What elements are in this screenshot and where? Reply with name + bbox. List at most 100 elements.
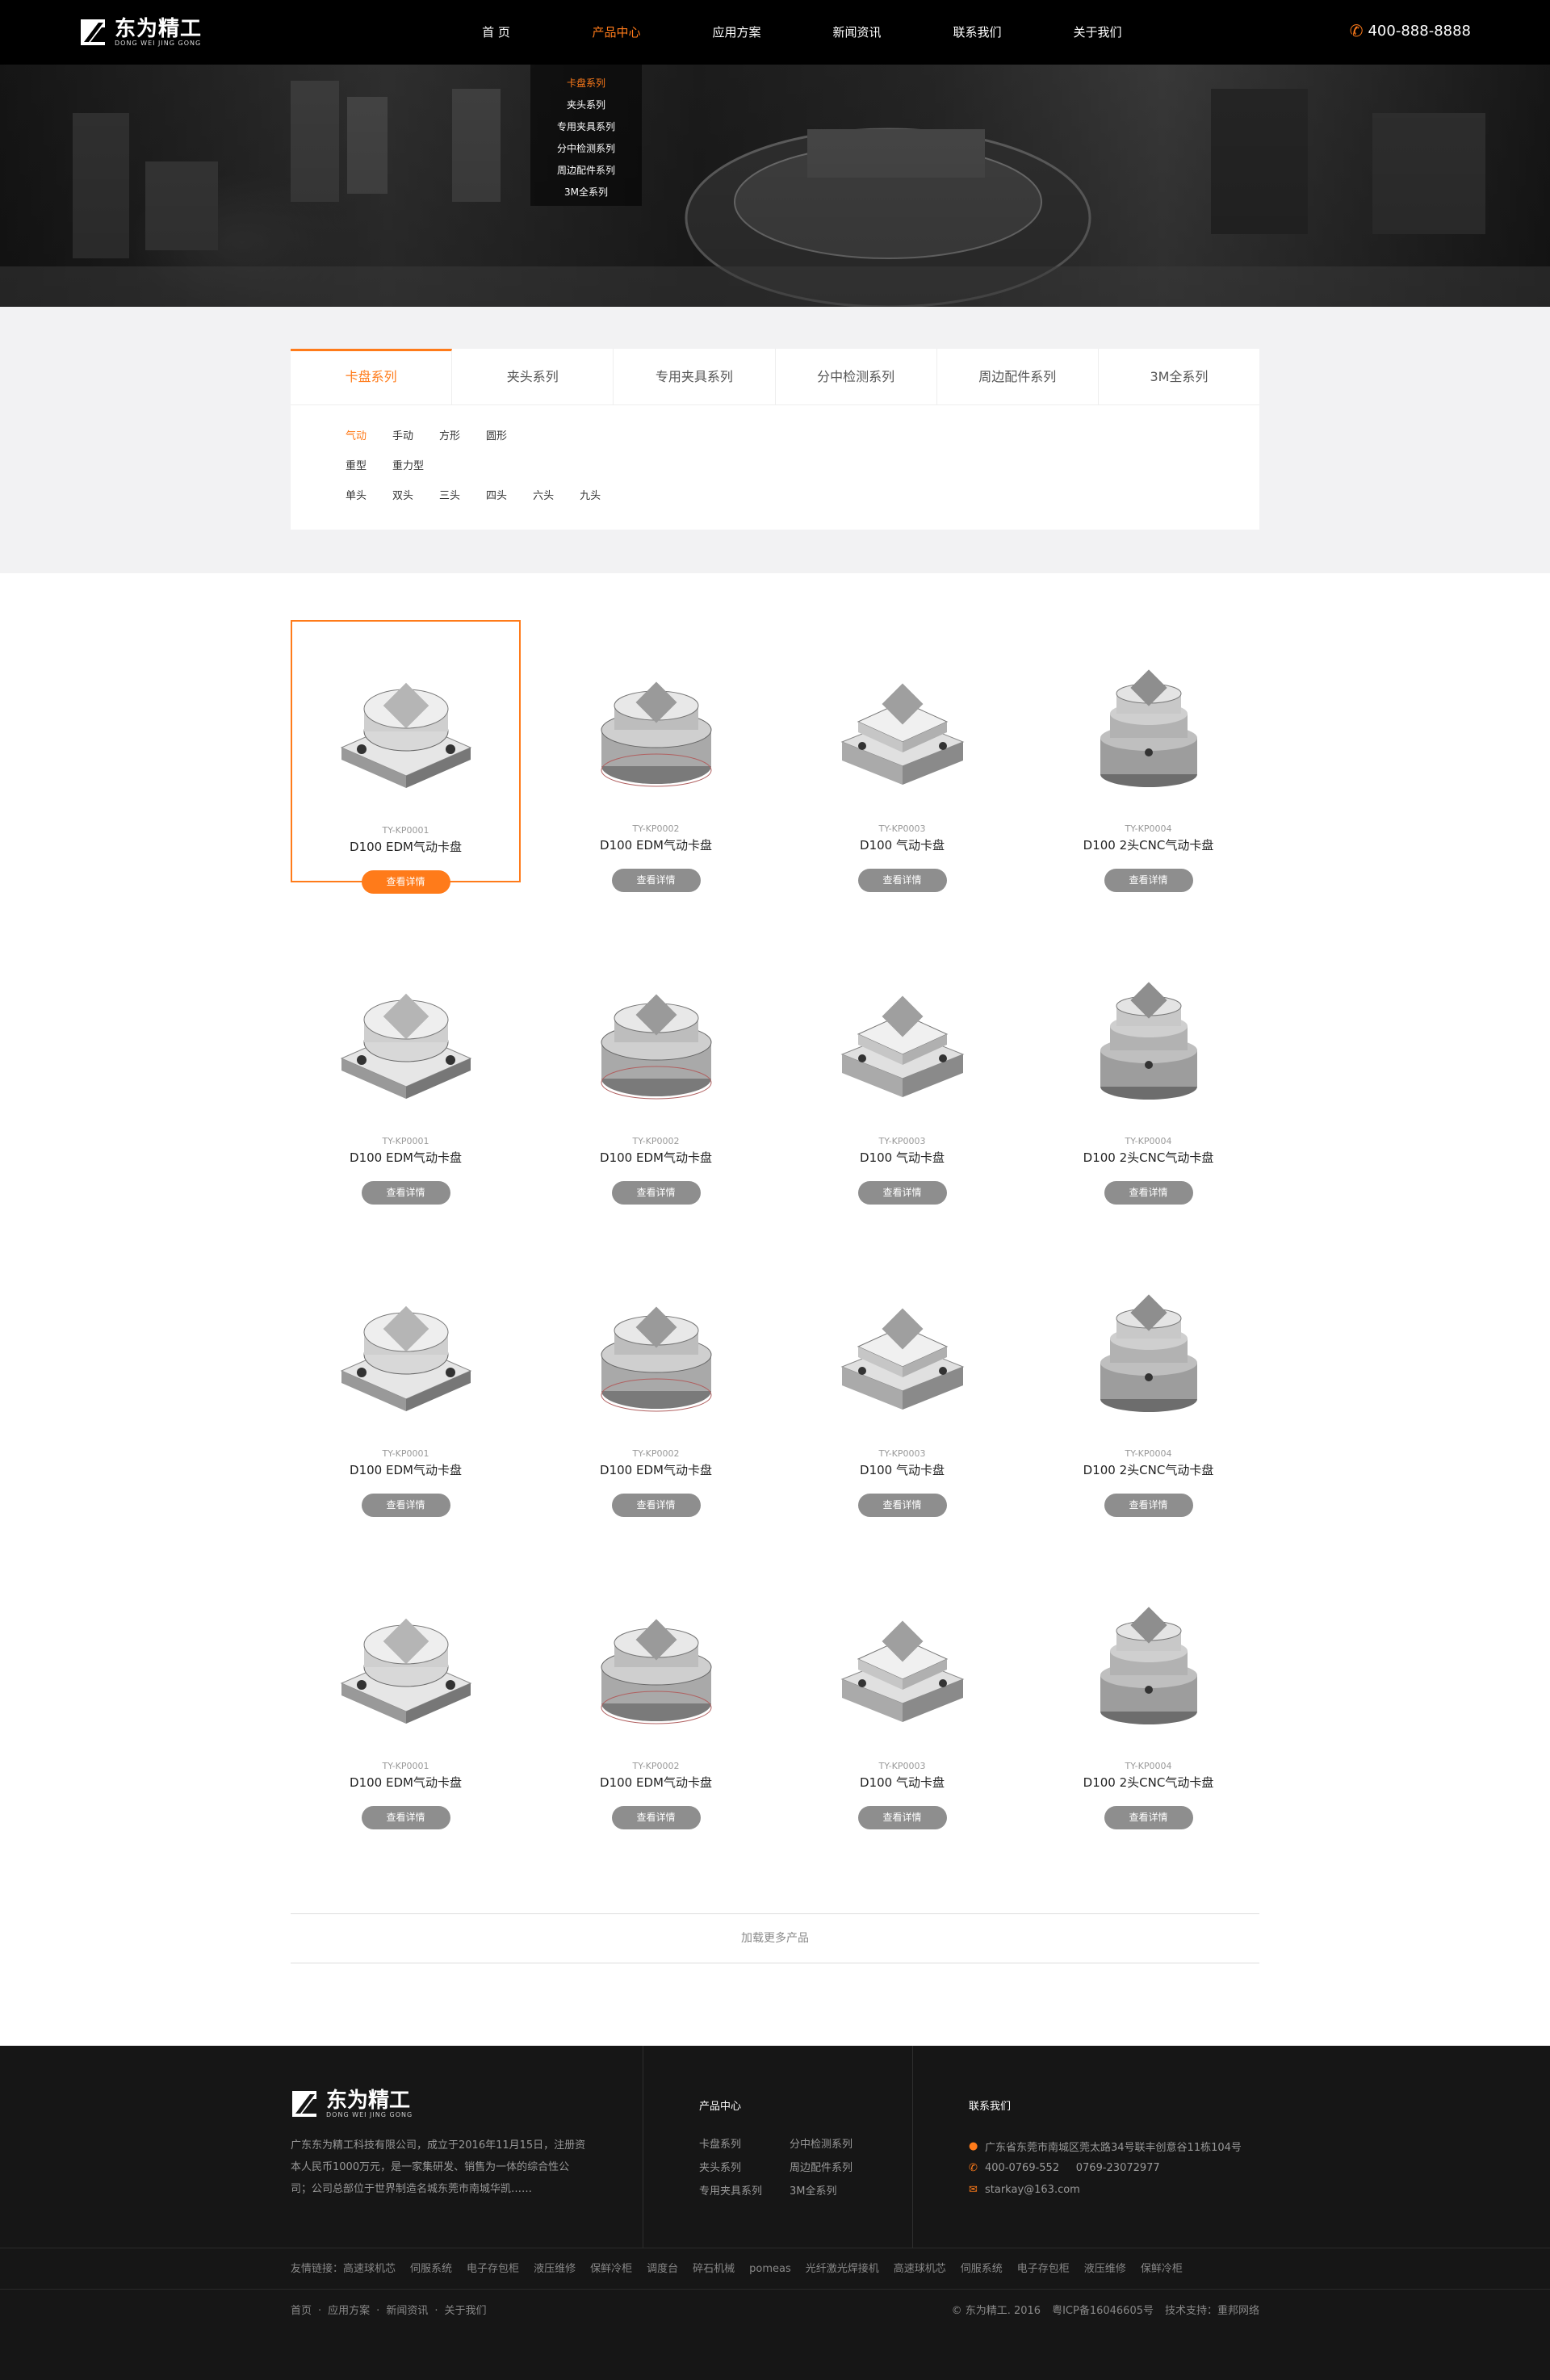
friend-link[interactable]: 高速球机芯 [894,2248,946,2290]
product-name[interactable]: D100 EDM气动卡盘 [291,1461,521,1478]
view-details-button[interactable]: 查看详情 [611,869,701,892]
tab-centering[interactable]: 分中检测系列 [776,349,937,405]
filter-gravity[interactable]: 重力型 [392,456,424,486]
product-name[interactable]: D100 气动卡盘 [787,1461,1017,1478]
view-details-button[interactable]: 查看详情 [857,1806,947,1829]
footer-link[interactable]: 周边配件系列 [790,2159,880,2174]
nav-products[interactable]: 产品中心 [556,0,677,65]
product-name[interactable]: D100 EDM气动卡盘 [541,1461,771,1478]
product-image[interactable] [1068,1594,1230,1732]
email-text[interactable]: starkay@163.com [985,2184,1080,2196]
product-card[interactable]: TY-KP0003 D100 气动卡盘 查看详情 [787,620,1017,892]
view-details-button[interactable]: 查看详情 [361,1181,450,1205]
filter-double-head[interactable]: 双头 [392,486,413,516]
filter-four-head[interactable]: 四头 [486,486,507,516]
product-card[interactable]: TY-KP0001 D100 EDM气动卡盘 查看详情 [291,1557,521,1829]
view-details-button[interactable]: 查看详情 [611,1806,701,1829]
filter-square[interactable]: 方形 [439,426,460,456]
bottom-link[interactable]: 新闻资讯 [386,2290,428,2333]
nav-solutions[interactable]: 应用方案 [677,0,797,65]
friend-link[interactable]: 高速球机芯 [343,2248,396,2290]
product-image[interactable] [1068,970,1230,1107]
product-image[interactable] [822,1594,983,1732]
view-details-button[interactable]: 查看详情 [1104,1494,1193,1517]
product-card[interactable]: TY-KP0001 D100 EDM气动卡盘 查看详情 [291,932,521,1205]
view-details-button[interactable]: 查看详情 [1104,1181,1193,1205]
nav-contact[interactable]: 联系我们 [917,0,1037,65]
friend-link[interactable]: 液压维修 [534,2248,576,2290]
view-details-button[interactable]: 查看详情 [1104,869,1193,892]
product-name[interactable]: D100 2头CNC气动卡盘 [1033,1461,1263,1478]
product-name[interactable]: D100 EDM气动卡盘 [541,836,771,853]
product-name[interactable]: D100 2头CNC气动卡盘 [1033,836,1263,853]
product-card[interactable]: TY-KP0004 D100 2头CNC气动卡盘 查看详情 [1033,620,1263,892]
dropdown-item-accessories[interactable]: 周边配件系列 [530,160,642,182]
footer-link[interactable]: 卡盘系列 [699,2135,790,2151]
footer-link[interactable]: 3M全系列 [790,2182,880,2198]
nav-home[interactable]: 首 页 [436,0,556,65]
product-image[interactable] [576,1594,737,1732]
friend-link[interactable]: 伺服系统 [961,2248,1003,2290]
product-card[interactable]: TY-KP0003 D100 气动卡盘 查看详情 [787,932,1017,1205]
friend-link[interactable]: 电子存包柜 [1017,2248,1070,2290]
view-details-button[interactable]: 查看详情 [857,869,947,892]
icp-number[interactable]: 粤ICP备16046605号 [1052,2290,1154,2333]
tab-accessories[interactable]: 周边配件系列 [937,349,1099,405]
filter-round[interactable]: 圆形 [486,426,507,456]
filter-heavy[interactable]: 重型 [346,456,367,486]
friend-link[interactable]: 液压维修 [1084,2248,1126,2290]
filter-manual[interactable]: 手动 [392,426,413,456]
product-name[interactable]: D100 气动卡盘 [787,836,1017,853]
view-details-button[interactable]: 查看详情 [857,1181,947,1205]
view-details-button[interactable]: 查看详情 [611,1494,701,1517]
filter-six-head[interactable]: 六头 [533,486,554,516]
friend-link[interactable]: 保鲜冷柜 [1141,2248,1183,2290]
dropdown-item-chuck[interactable]: 卡盘系列 [530,73,642,94]
product-image[interactable] [822,970,983,1107]
dropdown-item-3m[interactable]: 3M全系列 [530,182,642,203]
product-card[interactable]: TY-KP0002 D100 EDM气动卡盘 查看详情 [541,1245,771,1517]
product-card[interactable]: TY-KP0002 D100 EDM气动卡盘 查看详情 [541,1557,771,1829]
product-image[interactable] [325,659,487,796]
nav-news[interactable]: 新闻资讯 [797,0,917,65]
product-image[interactable] [822,1282,983,1419]
view-details-button[interactable]: 查看详情 [361,1494,450,1517]
bottom-link[interactable]: 应用方案 [328,2290,370,2333]
product-card[interactable]: TY-KP0004 D100 2头CNC气动卡盘 查看详情 [1033,1557,1263,1829]
tab-fixture[interactable]: 专用夹具系列 [614,349,776,405]
tech-support[interactable]: 技术支持：重邦网络 [1165,2290,1259,2333]
bottom-link[interactable]: 首页 [291,2290,312,2333]
product-image[interactable] [1068,657,1230,794]
footer-logo[interactable]: 东为精工 DONG WEI JING GONG [291,2088,413,2120]
filter-three-head[interactable]: 三头 [439,486,460,516]
friend-link[interactable]: 碎石机械 [693,2248,735,2290]
view-details-button[interactable]: 查看详情 [361,870,450,894]
logo[interactable]: 东为精工 DONG WEI JING GONG [79,16,202,48]
bottom-link[interactable]: 关于我们 [444,2290,486,2333]
product-name[interactable]: D100 EDM气动卡盘 [292,838,519,855]
product-name[interactable]: D100 EDM气动卡盘 [541,1774,771,1791]
product-card[interactable]: TY-KP0004 D100 2头CNC气动卡盘 查看详情 [1033,1245,1263,1517]
view-details-button[interactable]: 查看详情 [1104,1806,1193,1829]
friend-link[interactable]: 调度台 [647,2248,678,2290]
product-name[interactable]: D100 EDM气动卡盘 [541,1149,771,1166]
product-card[interactable]: TY-KP0002 D100 EDM气动卡盘 查看详情 [541,620,771,892]
view-details-button[interactable]: 查看详情 [611,1181,701,1205]
product-image[interactable] [576,1282,737,1419]
friend-link[interactable]: 保鲜冷柜 [590,2248,632,2290]
tab-collet[interactable]: 夹头系列 [452,349,614,405]
product-image[interactable] [1068,1282,1230,1419]
filter-nine-head[interactable]: 九头 [580,486,601,516]
product-name[interactable]: D100 气动卡盘 [787,1774,1017,1791]
product-card[interactable]: TY-KP0001 D100 EDM气动卡盘 查看详情 [291,1245,521,1517]
footer-link[interactable]: 夹头系列 [699,2159,790,2174]
product-card[interactable]: TY-KP0001 D100 EDM气动卡盘 查看详情 [291,620,521,894]
friend-link[interactable]: 光纤激光焊接机 [806,2248,879,2290]
footer-link[interactable]: 分中检测系列 [790,2135,880,2151]
product-name[interactable]: D100 气动卡盘 [787,1149,1017,1166]
nav-about[interactable]: 关于我们 [1037,0,1158,65]
product-image[interactable] [325,970,487,1107]
product-card[interactable]: TY-KP0003 D100 气动卡盘 查看详情 [787,1557,1017,1829]
tab-chuck[interactable]: 卡盘系列 [291,349,453,405]
filter-pneumatic[interactable]: 气动 [346,426,367,456]
